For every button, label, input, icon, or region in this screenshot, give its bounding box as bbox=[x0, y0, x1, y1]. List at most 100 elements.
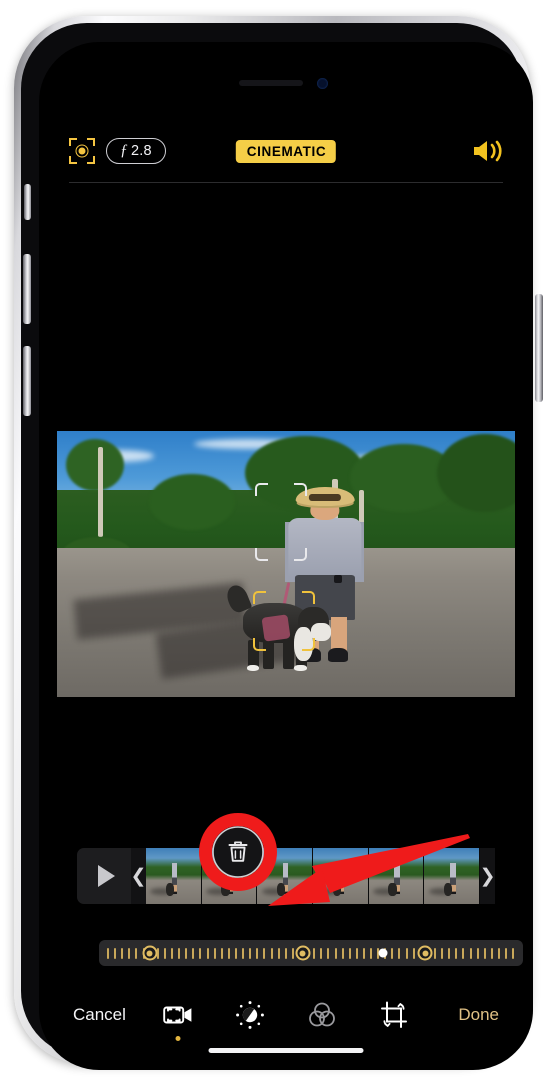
play-button[interactable] bbox=[77, 848, 131, 904]
crop-tool[interactable] bbox=[379, 1000, 409, 1030]
slider-tick bbox=[476, 947, 479, 959]
tool-active-indicator bbox=[175, 1036, 181, 1041]
focus-square-icon[interactable] bbox=[69, 138, 95, 164]
slider-tick bbox=[163, 947, 166, 959]
slider-tick bbox=[320, 947, 323, 959]
slider-tick bbox=[121, 947, 124, 959]
slider-tick bbox=[227, 947, 230, 959]
slider-tick bbox=[434, 947, 437, 959]
phone-frame: ƒ 2.8 CINEMATIC ❮ ❯ Cancel Done bbox=[14, 16, 543, 1070]
front-camera-icon bbox=[317, 78, 328, 89]
filmstrip-frame[interactable] bbox=[313, 848, 369, 904]
top-bar: ƒ 2.8 CINEMATIC bbox=[39, 120, 533, 182]
slider-tick bbox=[263, 947, 266, 959]
face-tracking-box[interactable] bbox=[255, 483, 307, 561]
slider-tick bbox=[348, 947, 351, 959]
slider-tick bbox=[206, 947, 209, 959]
slider-tick bbox=[135, 947, 138, 959]
trim-handle-right[interactable]: ❯ bbox=[480, 848, 495, 904]
filmstrip[interactable]: ❮ ❯ bbox=[131, 848, 495, 904]
slider-tick bbox=[327, 947, 330, 959]
filters-tool[interactable] bbox=[307, 1000, 337, 1030]
top-bar-left-group: ƒ 2.8 bbox=[69, 138, 166, 164]
slider-tick bbox=[291, 947, 294, 959]
subject-tracking-box[interactable] bbox=[253, 591, 315, 651]
top-bar-divider bbox=[69, 182, 503, 183]
slider-tick bbox=[469, 947, 472, 959]
video-preview[interactable] bbox=[57, 431, 515, 697]
video-camera-icon bbox=[163, 1006, 192, 1024]
done-button[interactable]: Done bbox=[458, 1005, 499, 1025]
slider-tick bbox=[462, 947, 465, 959]
filmstrip-frame[interactable] bbox=[257, 848, 314, 904]
adjust-dial-icon bbox=[236, 1001, 264, 1029]
slider-tick bbox=[220, 947, 223, 959]
trim-handle-left[interactable]: ❮ bbox=[131, 848, 146, 904]
slider-tick bbox=[185, 947, 188, 959]
slider-tick bbox=[313, 947, 316, 959]
focus-keyframe-3[interactable] bbox=[417, 945, 433, 961]
slider-tick bbox=[405, 947, 408, 959]
focus-keyframe-slider[interactable] bbox=[99, 940, 523, 966]
slider-tick bbox=[178, 947, 181, 959]
edit-tool-group bbox=[163, 1000, 409, 1041]
slider-tick bbox=[398, 947, 401, 959]
slider-tick bbox=[512, 947, 515, 959]
slider-tick bbox=[391, 947, 394, 959]
power-button[interactable] bbox=[535, 294, 543, 402]
slider-tick bbox=[498, 947, 501, 959]
earpiece-speaker-icon bbox=[239, 80, 303, 86]
slider-tick bbox=[505, 947, 508, 959]
slider-tick bbox=[448, 947, 451, 959]
volume-up-button[interactable] bbox=[23, 254, 31, 324]
filmstrip-frame[interactable] bbox=[368, 848, 425, 904]
slider-tick bbox=[277, 947, 280, 959]
filmstrip-frame[interactable] bbox=[146, 848, 202, 904]
slider-tick bbox=[242, 947, 245, 959]
filters-circles-icon bbox=[309, 1002, 335, 1027]
filmstrip-frame[interactable] bbox=[424, 848, 481, 904]
adjust-tool[interactable] bbox=[235, 1000, 265, 1030]
phone-screen: ƒ 2.8 CINEMATIC ❮ ❯ Cancel Done bbox=[39, 42, 533, 1070]
playhead-dot[interactable] bbox=[378, 948, 388, 958]
volume-down-button[interactable] bbox=[23, 346, 31, 416]
aperture-button[interactable]: ƒ 2.8 bbox=[106, 138, 166, 164]
slider-tick bbox=[256, 947, 259, 959]
slider-tick bbox=[284, 947, 287, 959]
slider-tick bbox=[192, 947, 195, 959]
slider-tick bbox=[170, 947, 173, 959]
slider-tick bbox=[370, 947, 373, 959]
slider-tick bbox=[234, 947, 237, 959]
aperture-value: 2.8 bbox=[130, 143, 152, 159]
slider-ticks bbox=[107, 940, 515, 966]
video-timeline[interactable]: ❮ ❯ bbox=[77, 848, 495, 904]
slider-tick bbox=[341, 947, 344, 959]
slider-tick bbox=[213, 947, 216, 959]
slider-tick bbox=[107, 947, 109, 959]
slider-tick bbox=[362, 947, 365, 959]
slider-tick bbox=[483, 947, 486, 959]
play-icon bbox=[97, 865, 115, 887]
slider-tick bbox=[355, 947, 358, 959]
focus-keyframe-1[interactable] bbox=[142, 945, 158, 961]
focus-keyframe-2[interactable] bbox=[295, 945, 311, 961]
filmstrip-frame[interactable] bbox=[201, 848, 258, 904]
slider-tick bbox=[270, 947, 273, 959]
cinematic-mode-badge: CINEMATIC bbox=[235, 139, 337, 163]
notch bbox=[193, 68, 379, 98]
editor-toolbar: Cancel Done bbox=[39, 984, 533, 1046]
slider-tick bbox=[249, 947, 252, 959]
slider-tick bbox=[412, 947, 415, 959]
crop-rotate-icon bbox=[381, 1001, 407, 1028]
mute-switch-button[interactable] bbox=[24, 184, 31, 220]
slider-tick bbox=[441, 947, 444, 959]
slider-tick bbox=[114, 947, 117, 959]
slider-tick bbox=[128, 947, 131, 959]
slider-tick bbox=[199, 947, 202, 959]
video-frame-image bbox=[57, 431, 515, 697]
home-indicator[interactable] bbox=[208, 1048, 364, 1053]
aperture-symbol: ƒ bbox=[120, 142, 128, 159]
speaker-on-icon[interactable] bbox=[471, 138, 505, 164]
cinematic-video-tool[interactable] bbox=[163, 1000, 193, 1041]
cancel-button[interactable]: Cancel bbox=[73, 1005, 126, 1025]
